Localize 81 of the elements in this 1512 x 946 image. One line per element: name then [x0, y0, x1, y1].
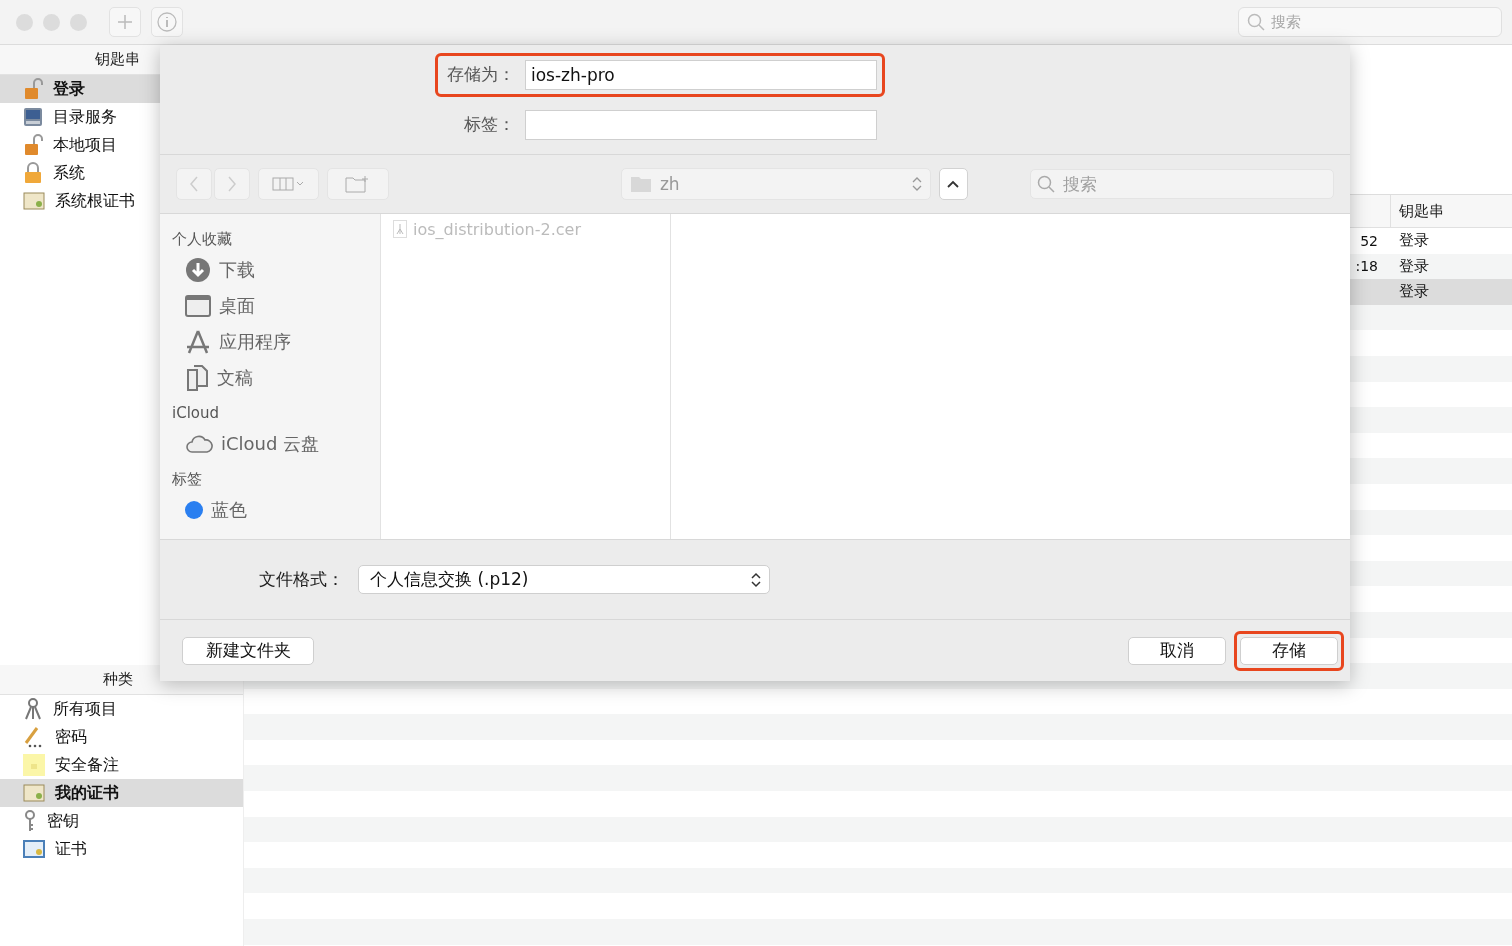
- sidebar-item[interactable]: 所有项目: [0, 695, 243, 723]
- sidebar-item[interactable]: 系统: [0, 159, 243, 187]
- sidebar-item[interactable]: 系统根证书: [0, 187, 243, 215]
- certificate-icon: [23, 191, 45, 211]
- field-label: 标签：: [463, 113, 515, 136]
- chevron-left-icon: [189, 176, 199, 192]
- search-icon: [1247, 13, 1265, 31]
- note-icon: [23, 754, 45, 776]
- item-label: 我的证书: [55, 782, 119, 804]
- field-label: 文件格式：: [259, 568, 344, 591]
- sidebar-item[interactable]: 目录服务: [0, 103, 243, 131]
- table-cell: :18: [1355, 258, 1378, 275]
- open-lock-icon: [23, 134, 43, 156]
- download-icon: [185, 257, 211, 283]
- desktop-icon: [185, 295, 211, 317]
- open-lock-icon: [23, 78, 43, 100]
- lock-icon: [23, 162, 43, 184]
- folder-icon: [629, 175, 652, 193]
- sidebar-item[interactable]: 证书: [0, 835, 243, 863]
- item-label: 系统: [53, 162, 85, 184]
- column-header[interactable]: 钥匙串: [1399, 201, 1444, 221]
- dialog-button[interactable]: 取消: [1128, 636, 1226, 665]
- expand-button[interactable]: [939, 168, 968, 200]
- item-label: 所有项目: [53, 698, 117, 720]
- input-field[interactable]: ios-zh-pro: [525, 59, 877, 90]
- sidebar-item[interactable]: 文稿: [172, 360, 368, 396]
- section-title: iCloud: [172, 403, 220, 424]
- document-icon: [185, 365, 209, 391]
- item-label: 登录: [53, 78, 85, 100]
- cloud-icon: [185, 434, 213, 454]
- sidebar-item[interactable]: 我的证书: [0, 779, 243, 807]
- view-button[interactable]: [258, 168, 320, 200]
- format-popup[interactable]: 个人信息交换 (.p12): [358, 565, 770, 594]
- chevron-right-icon: [227, 176, 237, 192]
- forward-button[interactable]: [214, 168, 250, 200]
- sidebar-item[interactable]: 桌面: [172, 288, 368, 324]
- back-button[interactable]: [176, 168, 212, 200]
- table-cell: 登录: [1399, 231, 1429, 251]
- table-cell: 登录: [1399, 282, 1429, 302]
- plus-icon: [117, 14, 133, 30]
- columns-icon: [271, 177, 306, 191]
- sidebar-item[interactable]: 密钥: [0, 807, 243, 835]
- certificate-icon: [23, 783, 45, 803]
- item-label: 密码: [55, 726, 87, 748]
- section-title: 个人收藏: [172, 228, 233, 250]
- sidebar-item[interactable]: iCloud 云盘: [172, 426, 368, 462]
- add-button[interactable]: [109, 7, 141, 37]
- sidebar-item[interactable]: 应用程序: [172, 324, 368, 360]
- updown-icon: [751, 571, 761, 588]
- table-row[interactable]: 登录: [1390, 253, 1512, 280]
- table-cell: 52: [1360, 232, 1378, 249]
- item-label: 系统根证书: [55, 190, 135, 212]
- table-row[interactable]: 登录: [1390, 228, 1512, 254]
- key-icon: [23, 810, 37, 832]
- item-label: 目录服务: [53, 106, 117, 128]
- directory-icon: [23, 106, 43, 128]
- sidebar-item[interactable]: 下载: [172, 252, 368, 288]
- new-folder-icon-button[interactable]: [327, 168, 389, 200]
- item-label: 证书: [55, 838, 87, 860]
- new-folder-button[interactable]: 新建文件夹: [182, 636, 314, 665]
- chevron-up-icon: [947, 180, 960, 188]
- certificate-icon: [23, 839, 45, 859]
- sidebar-item[interactable]: 蓝色: [172, 492, 368, 528]
- item-label: 密钥: [47, 810, 79, 832]
- item-label: 本地项目: [53, 134, 117, 156]
- sidebar-item[interactable]: 本地项目: [0, 131, 243, 159]
- field-label: 存储为：: [446, 63, 515, 86]
- info-icon: [157, 12, 177, 32]
- search-icon: [1036, 175, 1055, 193]
- updown-icon: [912, 176, 923, 192]
- keys-icon: [23, 698, 43, 720]
- section-title: 标签: [172, 468, 203, 490]
- item-label: 安全备注: [55, 754, 119, 776]
- table-cell: 登录: [1399, 256, 1429, 276]
- apps-icon: [185, 329, 211, 355]
- sidebar-item[interactable]: 安全备注: [0, 751, 243, 779]
- certificate-file-icon: [393, 220, 407, 238]
- input-field[interactable]: [525, 109, 877, 140]
- sidebar-item[interactable]: 密码: [0, 723, 243, 751]
- dialog-button[interactable]: 存储: [1240, 636, 1338, 665]
- info-button[interactable]: [151, 7, 183, 37]
